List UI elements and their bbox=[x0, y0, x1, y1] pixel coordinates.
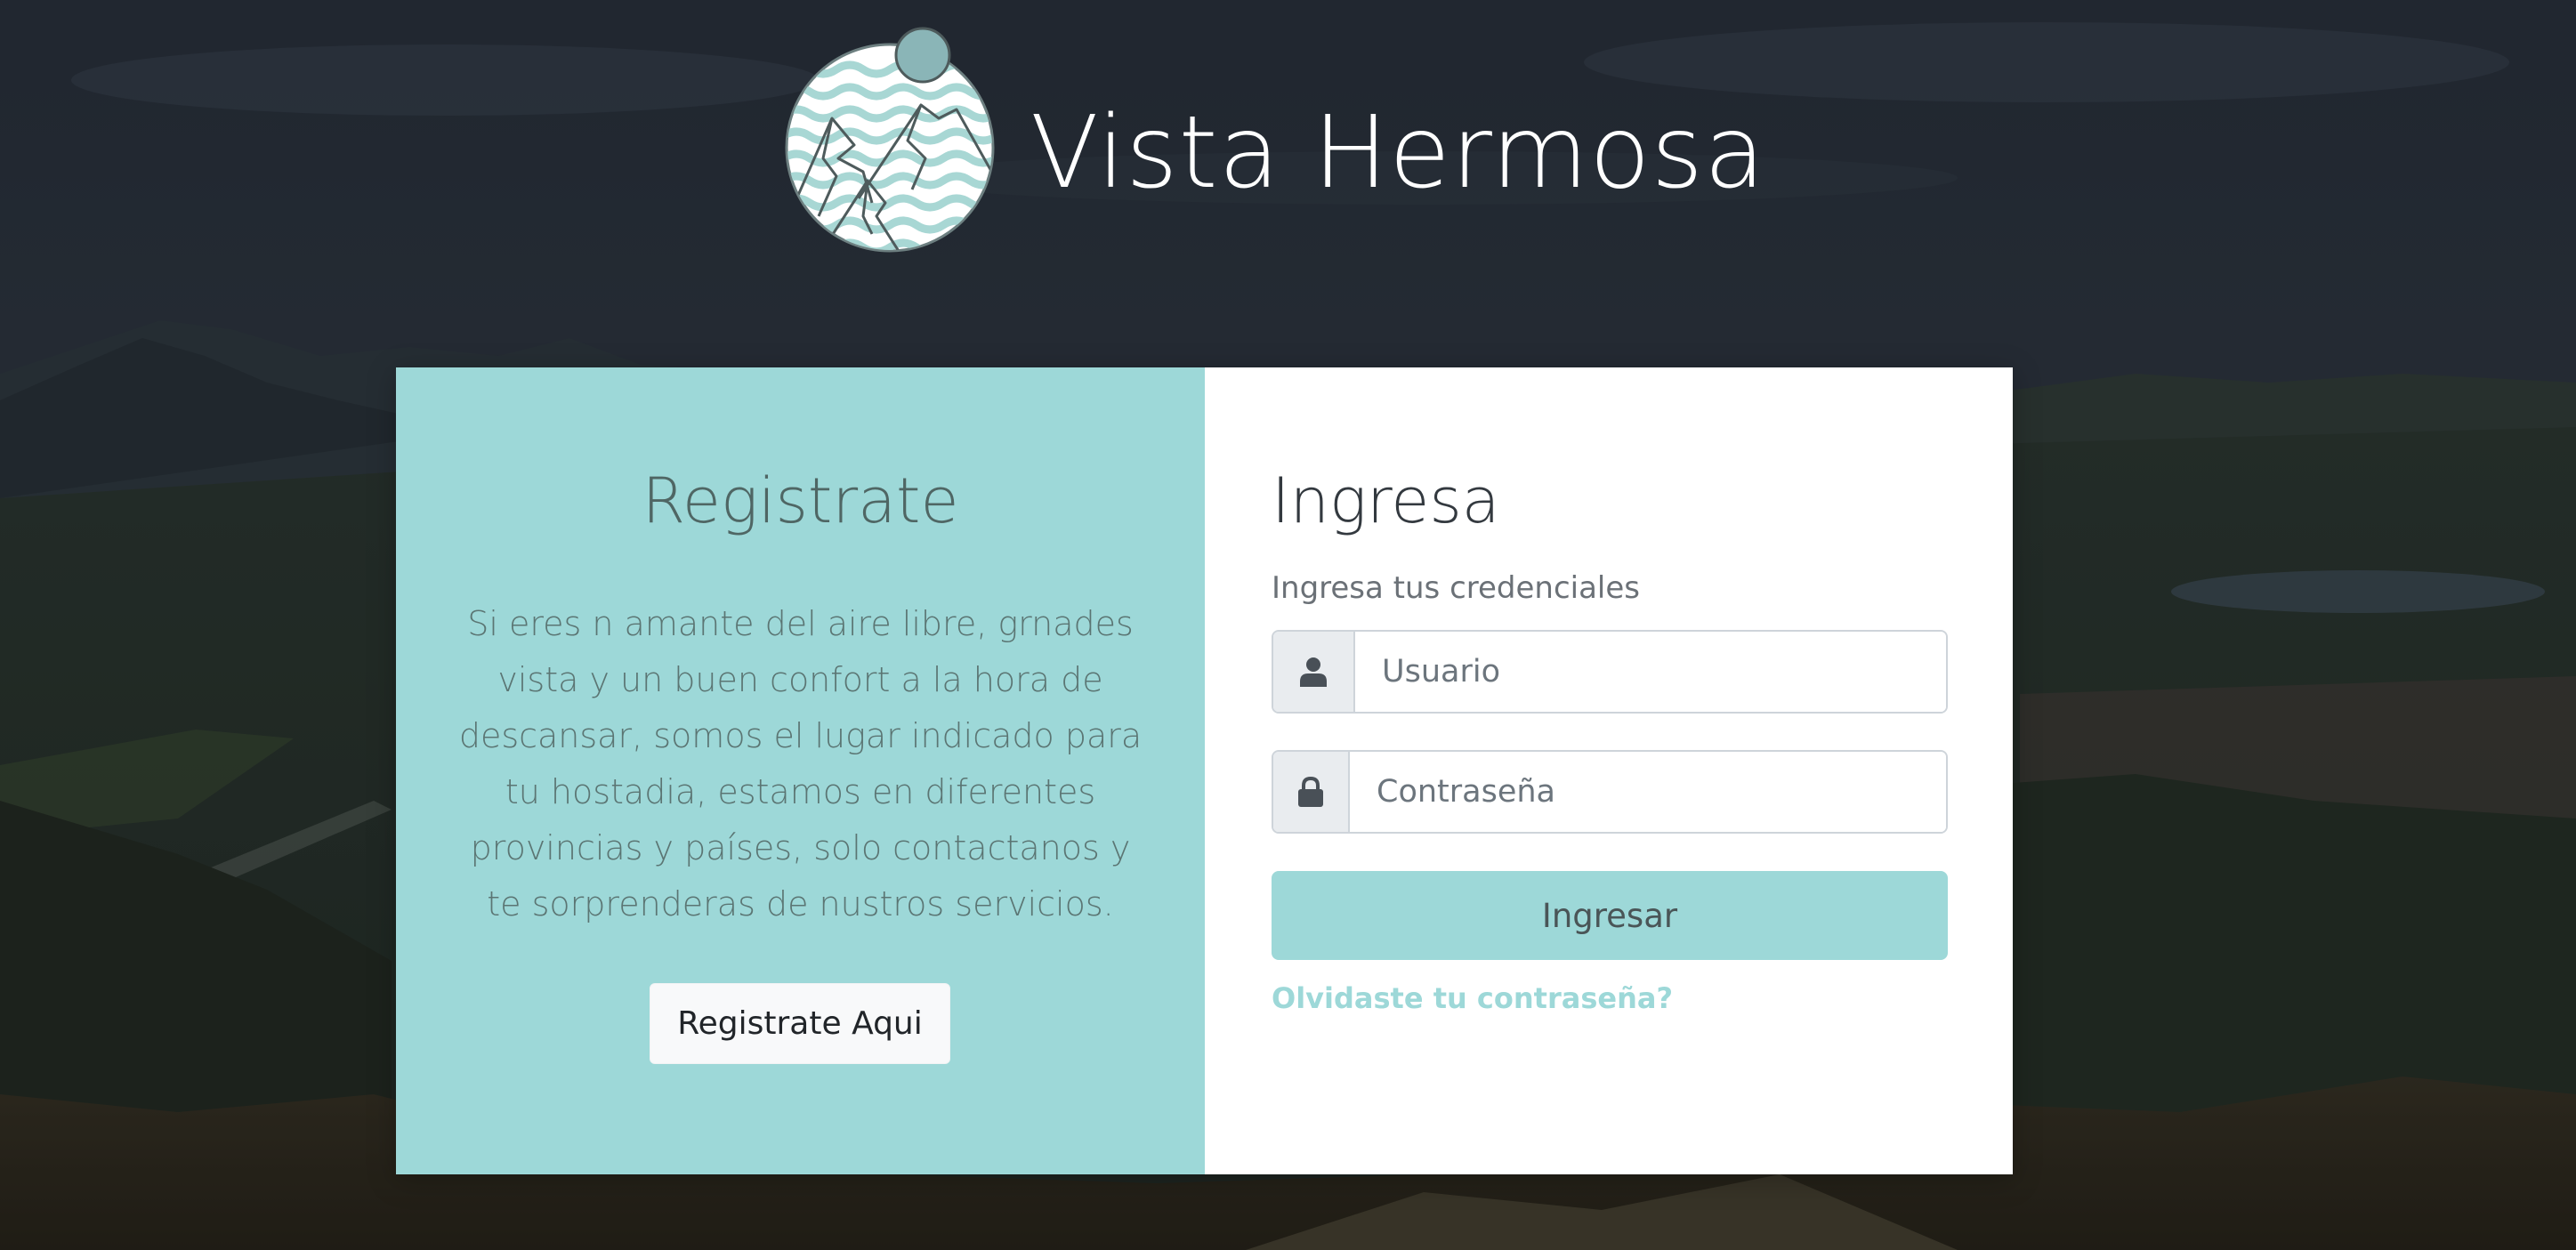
register-button[interactable]: Registrate Aqui bbox=[650, 983, 950, 1064]
username-input[interactable] bbox=[1355, 632, 1946, 712]
mountain-waves-logo-icon bbox=[783, 25, 997, 265]
login-panel: Ingresa Ingresa tus credenciales Ingresa… bbox=[1205, 367, 2013, 1174]
forgot-password-link[interactable]: Olvidaste tu contraseña? bbox=[1272, 981, 1673, 1015]
user-icon bbox=[1273, 632, 1355, 712]
login-submit-button[interactable]: Ingresar bbox=[1272, 871, 1948, 960]
username-input-group bbox=[1272, 630, 1948, 714]
brand-title: Vista Hermosa bbox=[1030, 95, 1766, 211]
register-description: Si eres n amante del aire libre, grnades… bbox=[458, 604, 1143, 923]
password-input[interactable] bbox=[1350, 752, 1946, 832]
login-subtitle: Ingresa tus credenciales bbox=[1272, 570, 1641, 606]
brand-header: Vista Hermosa bbox=[783, 25, 1765, 265]
login-heading: Ingresa bbox=[1272, 464, 1500, 537]
register-panel: Registrate Si eres n amante del aire lib… bbox=[396, 367, 1205, 1174]
lock-icon bbox=[1273, 752, 1350, 832]
auth-card: Registrate Si eres n amante del aire lib… bbox=[396, 367, 2013, 1174]
register-heading: Registrate bbox=[642, 464, 959, 537]
password-input-group bbox=[1272, 750, 1948, 834]
